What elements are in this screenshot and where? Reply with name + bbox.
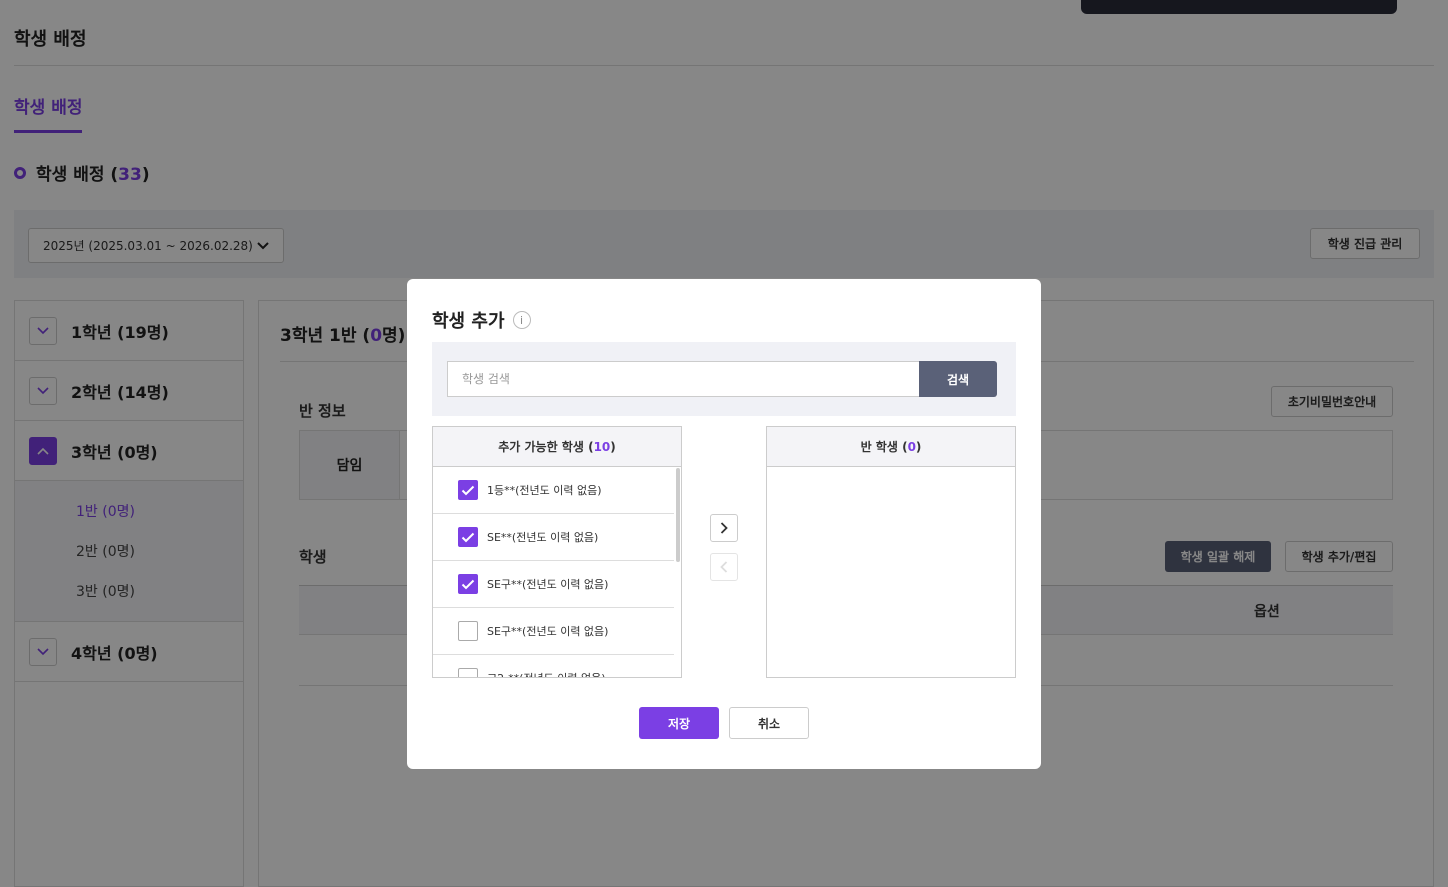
list-item[interactable]: 고2-**(전년도 이력 없음)	[433, 655, 674, 677]
available-students-box: 추가 가능한 학생 (10) 1등**(전년도 이력 없음) SE**(전년도 …	[432, 426, 682, 678]
list-item[interactable]: 1등**(전년도 이력 없음)	[433, 467, 674, 514]
student-name: 1등**(전년도 이력 없음)	[487, 484, 602, 497]
class-students-header: 반 학생 (0)	[767, 427, 1015, 467]
search-area: 검색	[432, 342, 1016, 416]
student-name: SE구**(전년도 이력 없음)	[487, 625, 609, 638]
checkbox-checked[interactable]	[458, 527, 478, 547]
list-item[interactable]: SE구**(전년도 이력 없음)	[433, 608, 674, 655]
class-students-box: 반 학생 (0)	[766, 426, 1016, 678]
list-item[interactable]: SE**(전년도 이력 없음)	[433, 514, 674, 561]
search-button[interactable]: 검색	[919, 361, 997, 397]
student-search-input[interactable]	[447, 361, 920, 397]
available-count: 10	[593, 439, 611, 454]
chevron-left-icon	[720, 561, 728, 573]
checkbox-checked[interactable]	[458, 574, 478, 594]
add-student-modal: 학생 추가 i 검색 추가 가능한 학생 (10) 1등**(전년도 이력 없음…	[407, 279, 1041, 769]
list-item[interactable]: SE구**(전년도 이력 없음)	[433, 561, 674, 608]
info-icon[interactable]: i	[512, 311, 531, 329]
move-right-button[interactable]	[710, 514, 738, 542]
student-name: 고2-**(전년도 이력 없음)	[487, 670, 606, 677]
available-students-header: 추가 가능한 학생 (10)	[433, 427, 681, 467]
move-left-button[interactable]	[710, 553, 738, 581]
list-scrollbar[interactable]	[676, 468, 680, 562]
checkbox-checked[interactable]	[458, 480, 478, 500]
chevron-right-icon	[720, 522, 728, 534]
checkbox-unchecked[interactable]	[458, 668, 478, 677]
class-students-count: 0	[907, 439, 916, 454]
student-name: SE구**(전년도 이력 없음)	[487, 578, 609, 591]
modal-title: 학생 추가 i	[432, 307, 531, 333]
cancel-button[interactable]: 취소	[729, 707, 809, 739]
checkbox-unchecked[interactable]	[458, 621, 478, 641]
student-name: SE**(전년도 이력 없음)	[487, 531, 599, 544]
save-button[interactable]: 저장	[639, 707, 719, 739]
